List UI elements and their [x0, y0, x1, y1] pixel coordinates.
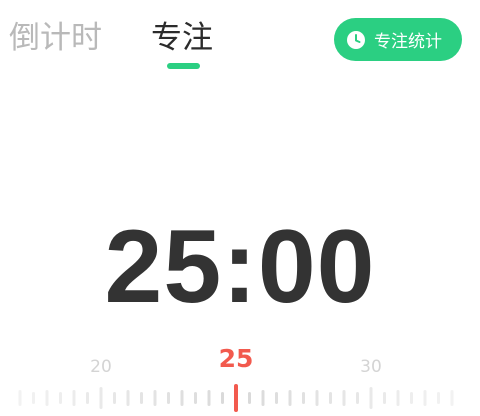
ruler-selected-tick: [234, 384, 238, 412]
focus-stats-button[interactable]: 专注统计: [334, 18, 462, 61]
focus-stats-label: 专注统计: [374, 32, 442, 52]
clock-icon: [346, 30, 366, 50]
ruler-tick: [369, 387, 373, 409]
ruler-tick: [99, 387, 103, 409]
ruler-selected-label: 25: [219, 344, 254, 373]
ruler-tick: [72, 390, 76, 406]
ruler-tick: [207, 390, 211, 406]
active-tab-indicator: [167, 63, 200, 69]
ruler-tick: [275, 392, 278, 404]
ruler-tick: [86, 392, 89, 404]
ruler-tick: [140, 392, 143, 404]
ruler-tick: [315, 390, 319, 406]
ruler-tick: [126, 390, 130, 406]
duration-ruler[interactable]: 20 30 25: [0, 340, 480, 416]
tab-countdown[interactable]: 倒计时: [9, 18, 102, 58]
ruler-tick: [180, 390, 184, 406]
tab-focus[interactable]: 专注: [151, 18, 213, 58]
ruler-tick: [437, 392, 440, 404]
ruler-tick: [302, 392, 305, 404]
ruler-tick: [167, 392, 170, 404]
ruler-tick: [32, 392, 35, 404]
ruler-tick: [113, 392, 116, 404]
ruler-tick: [356, 392, 359, 404]
ruler-tick: [288, 390, 292, 406]
timer-display: 25:00: [104, 209, 376, 325]
ruler-tick: [423, 390, 427, 406]
ruler-tick: [450, 390, 454, 406]
ruler-tick: [410, 392, 413, 404]
ruler-tick: [329, 392, 332, 404]
ruler-tick: [221, 392, 224, 404]
ruler-tick: [194, 392, 197, 404]
duration-ruler-scale: 20 30 25: [18, 344, 454, 412]
ruler-tick: [248, 392, 251, 404]
ruler-tick: [18, 390, 22, 406]
ruler-tick: [59, 392, 62, 404]
ruler-tick: [153, 390, 157, 406]
mode-tabs: 倒计时 专注 专注统计: [0, 0, 480, 80]
ruler-tick: [261, 390, 265, 406]
ruler-label-20: 20: [90, 357, 112, 377]
ruler-tick: [383, 392, 386, 404]
ruler-tick: [45, 390, 49, 406]
ruler-label-30: 30: [360, 357, 382, 377]
ruler-tick: [396, 390, 400, 406]
ruler-tick: [342, 390, 346, 406]
